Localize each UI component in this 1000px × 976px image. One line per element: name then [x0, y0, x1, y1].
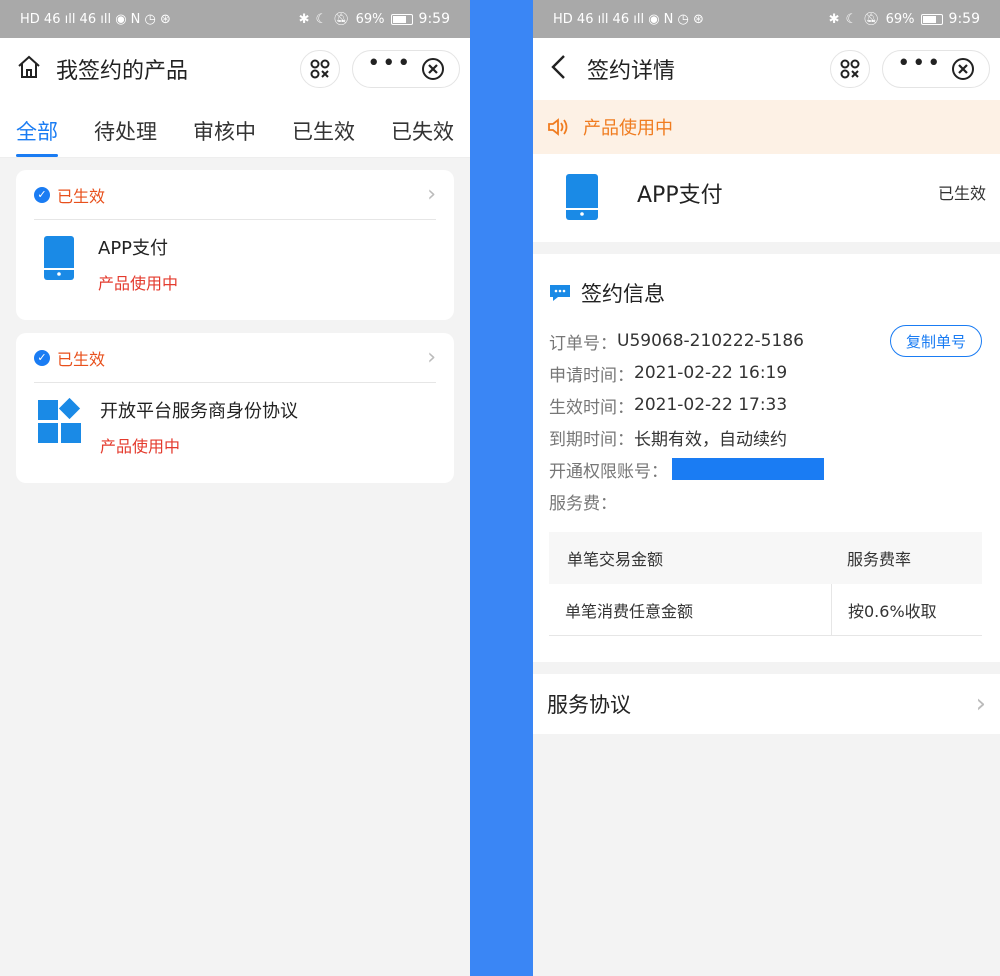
chevron-right-icon: ›	[427, 182, 436, 207]
more-icon[interactable]: •••	[367, 53, 412, 75]
product-usage: 产品使用中	[100, 437, 181, 456]
tab-effective[interactable]: 已生效	[292, 100, 355, 157]
speaker-icon	[548, 118, 568, 136]
account-row: 开通权限账号：	[549, 458, 1000, 482]
battery-percent: 69%	[885, 11, 915, 27]
apply-time-row: 申请时间： 2021-02-22 16:19	[549, 362, 1000, 386]
status-bar: HD 46 ıll 46 ıll ◉ N ◷ ⊛ ✱ ☾ 🔕︎ 69% 9:59	[0, 0, 470, 38]
product-header: APP支付 已生效	[533, 154, 1000, 242]
copy-order-button[interactable]: 复制单号	[890, 325, 982, 357]
battery-icon	[920, 13, 943, 25]
check-icon: ✓	[34, 349, 50, 366]
capsule-menu: •••	[352, 50, 460, 88]
fee-table: 单笔交易金额 服务费率 单笔消费任意金额 按0.6%收取	[549, 532, 982, 636]
close-icon[interactable]	[421, 57, 445, 81]
cell-rate: 按0.6%收取	[831, 584, 982, 635]
fee-label: 服务费：	[549, 493, 617, 514]
chevron-right-icon: ›	[975, 689, 986, 719]
notice-text: 产品使用中	[583, 118, 673, 139]
expire-time-row: 到期时间： 长期有效，自动续约	[549, 426, 1000, 450]
account-label: 开通权限账号：	[549, 461, 668, 482]
mute-icon: 🔕︎	[863, 11, 880, 27]
expire-time-value: 长期有效，自动续约	[634, 429, 787, 450]
apply-time-value: 2021-02-22 16:19	[634, 363, 788, 383]
section-title: 签约信息	[581, 282, 665, 306]
left-screen: HD 46 ıll 46 ıll ◉ N ◷ ⊛ ✱ ☾ 🔕︎ 69% 9:59…	[0, 0, 470, 976]
redacted-account	[672, 458, 824, 480]
header-rate: 服务费率	[847, 550, 912, 569]
service-agreement-row[interactable]: 服务协议 ›	[533, 674, 1000, 734]
effective-time-value: 2021-02-22 17:33	[634, 395, 788, 415]
clock: 9:59	[948, 11, 980, 27]
signal-icons: HD 46 ıll 46 ıll ◉ N ◷ ⊛	[20, 11, 171, 27]
bluetooth-icon: ✱	[828, 11, 840, 27]
scan-button[interactable]	[830, 50, 870, 88]
effective-time-label: 生效时间：	[549, 397, 634, 418]
tab-all[interactable]: 全部	[16, 100, 58, 157]
right-screen: HD 46 ıll 46 ıll ◉ N ◷ ⊛ ✱ ☾ 🔕︎ 69% 9:59…	[533, 0, 1000, 976]
product-name: APP支付	[637, 183, 723, 208]
phone-icon	[44, 236, 74, 280]
signal-icons: HD 46 ıll 46 ıll ◉ N ◷ ⊛	[553, 11, 704, 27]
message-icon	[550, 285, 570, 301]
header-amount: 单笔交易金额	[567, 550, 664, 569]
contract-info-section: 签约信息 订单号： U59068-210222-5186 复制单号 申请时间： …	[533, 254, 1000, 662]
filter-tabs: 全部 待处理 审核中 已生效 已失效	[0, 100, 470, 158]
order-row: 订单号： U59068-210222-5186 复制单号	[549, 325, 1000, 357]
product-status: 已生效	[937, 184, 986, 203]
mute-icon: 🔕︎	[333, 11, 350, 27]
home-icon[interactable]	[16, 54, 42, 84]
clock: 9:59	[418, 11, 450, 27]
bluetooth-icon: ✱	[298, 11, 310, 27]
more-icon[interactable]: •••	[897, 53, 942, 75]
order-label: 订单号：	[549, 333, 617, 354]
capsule-menu: •••	[882, 50, 990, 88]
close-icon[interactable]	[951, 57, 975, 81]
nav-bar: 我签约的产品 •••	[0, 38, 470, 100]
scan-icon	[840, 59, 860, 79]
page-title: 我签约的产品	[56, 59, 189, 84]
chevron-right-icon: ›	[427, 345, 436, 370]
status-bar: HD 46 ıll 46 ıll ◉ N ◷ ⊛ ✱ ☾ 🔕︎ 69% 9:59	[533, 0, 1000, 38]
tab-pending[interactable]: 待处理	[94, 100, 157, 157]
tab-expired[interactable]: 已失效	[391, 100, 454, 157]
moon-icon: ☾	[315, 11, 328, 27]
product-card-open-platform[interactable]: ✓ 已生效 › 开放平台服务商身份协议 产品使用中	[16, 333, 454, 483]
cell-amount: 单笔消费任意金额	[565, 601, 694, 621]
status-badge: 已生效	[57, 349, 106, 369]
phone-icon	[566, 174, 598, 220]
effective-time-row: 生效时间： 2021-02-22 17:33	[549, 394, 1000, 418]
scan-button[interactable]	[300, 50, 340, 88]
table-header: 单笔交易金额 服务费率	[549, 532, 982, 584]
product-name: 开放平台服务商身份协议	[100, 401, 298, 422]
battery-percent: 69%	[355, 11, 385, 27]
nav-bar: 签约详情 •••	[533, 38, 1000, 100]
status-badge: 已生效	[57, 186, 106, 206]
order-value: U59068-210222-5186	[617, 331, 804, 351]
product-card-app-pay[interactable]: ✓ 已生效 › APP支付 产品使用中	[16, 170, 454, 320]
scan-icon	[310, 59, 330, 79]
notice-bar: 产品使用中	[533, 100, 1000, 154]
page-title: 签约详情	[587, 59, 676, 84]
apply-time-label: 申请时间：	[549, 365, 634, 386]
tab-reviewing[interactable]: 审核中	[193, 100, 256, 157]
back-icon[interactable]	[549, 53, 569, 85]
product-usage: 产品使用中	[98, 274, 179, 293]
moon-icon: ☾	[845, 11, 858, 27]
fee-row: 服务费：	[549, 490, 1000, 514]
product-name: APP支付	[98, 238, 169, 259]
battery-icon	[390, 13, 413, 25]
table-row: 单笔消费任意金额 按0.6%收取	[549, 584, 982, 636]
agreement-label: 服务协议	[547, 693, 631, 717]
app-grid-icon	[38, 397, 81, 443]
check-icon: ✓	[34, 186, 50, 203]
expire-time-label: 到期时间：	[549, 429, 634, 450]
